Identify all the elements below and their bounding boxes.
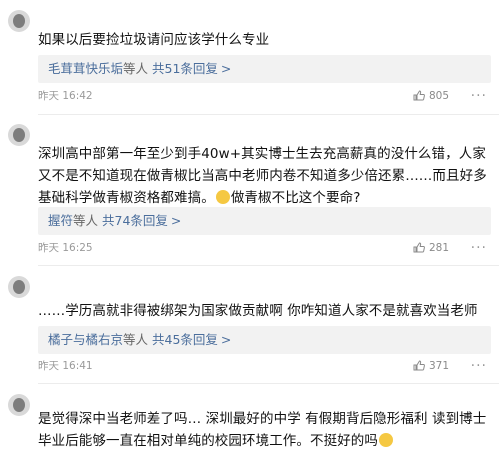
divider xyxy=(38,114,499,115)
avatar-figure xyxy=(13,128,25,142)
reply-summary[interactable]: 握符等人 共74条回复 > xyxy=(38,207,491,235)
avatar[interactable] xyxy=(8,276,30,298)
reply-suffix: 等人 xyxy=(73,213,102,228)
avatar[interactable] xyxy=(8,10,30,32)
comment-meta: 昨天 16:25 281 ··· xyxy=(38,239,487,257)
comment-text: 深圳高中部第一年至少到手40w+其实博士生去充高薪真的没什么错，人家又不是不知道… xyxy=(38,143,489,209)
grin-emoji-icon xyxy=(215,190,230,204)
like-button[interactable]: 281 xyxy=(413,239,449,257)
more-dots-icon[interactable]: ··· xyxy=(471,239,487,257)
timestamp: 昨天 16:42 xyxy=(38,90,93,102)
avatar-figure xyxy=(13,280,25,294)
divider xyxy=(38,265,499,266)
reply-count[interactable]: 共51条回复 xyxy=(152,61,218,76)
comment-text: 如果以后要捡垃圾请问应该学什么专业 xyxy=(38,32,270,48)
timestamp: 昨天 16:41 xyxy=(38,360,93,372)
grin-emoji-icon xyxy=(379,433,393,447)
avatar[interactable] xyxy=(8,124,30,146)
avatar[interactable] xyxy=(8,394,30,416)
thumbs-up-icon xyxy=(413,90,425,101)
reply-count[interactable]: 共74条回复 xyxy=(102,213,168,228)
chevron-right-icon: > xyxy=(170,213,182,228)
thumbs-up-icon xyxy=(413,242,425,253)
chevron-right-icon: > xyxy=(220,61,232,76)
like-count: 281 xyxy=(428,242,449,254)
like-count: 371 xyxy=(428,360,449,372)
reply-summary[interactable]: 橘子与橘右京等人 共45条回复 > xyxy=(38,326,491,354)
more-dots-icon[interactable]: ··· xyxy=(471,87,487,105)
divider xyxy=(38,383,499,384)
comment-text-part2: 做青椒不比这个要命? xyxy=(230,190,361,206)
like-count: 805 xyxy=(428,90,449,102)
like-button[interactable]: 371 xyxy=(413,357,449,375)
thumbs-up-icon xyxy=(413,360,425,371)
reply-user-link[interactable]: 毛茸茸快乐垢 xyxy=(48,61,123,76)
reply-suffix: 等人 xyxy=(123,332,152,347)
reply-count[interactable]: 共45条回复 xyxy=(152,332,218,347)
comment-text: 是觉得深中当老师差了吗… 深圳最好的中学 有假期背后隐形福利 读到博士毕业后能够… xyxy=(38,408,489,452)
avatar-figure xyxy=(13,14,25,28)
reply-user-link[interactable]: 握符 xyxy=(48,213,73,228)
comment-meta: 昨天 16:41 371 ··· xyxy=(38,357,487,375)
reply-summary[interactable]: 毛茸茸快乐垢等人 共51条回复 > xyxy=(38,55,491,83)
reply-suffix: 等人 xyxy=(123,61,152,76)
like-button[interactable]: 805 xyxy=(413,87,449,105)
avatar-figure xyxy=(13,398,25,412)
comment-feed: 如果以后要捡垃圾请问应该学什么专业 毛茸茸快乐垢等人 共51条回复 > 昨天 16… xyxy=(0,0,499,460)
comment-text-body: 是觉得深中当老师差了吗… 深圳最好的中学 有假期背后隐形福利 读到博士毕业后能够… xyxy=(38,411,487,449)
comment-meta: 昨天 16:42 805 ··· xyxy=(38,87,487,105)
reply-user-link[interactable]: 橘子与橘右京 xyxy=(48,332,123,347)
chevron-right-icon: > xyxy=(220,332,232,347)
more-dots-icon[interactable]: ··· xyxy=(471,357,487,375)
timestamp: 昨天 16:25 xyxy=(38,242,93,254)
